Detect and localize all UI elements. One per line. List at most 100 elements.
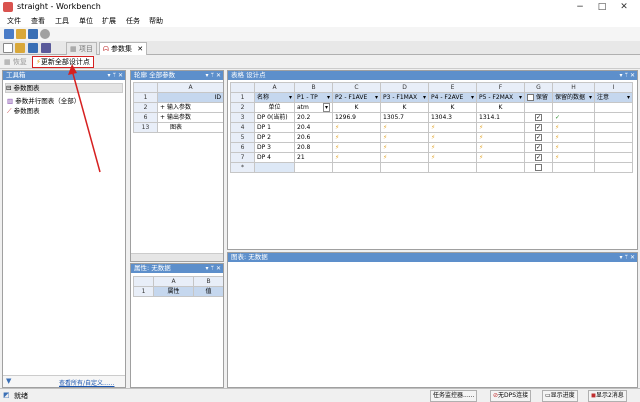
- menu-file[interactable]: 文件: [7, 16, 21, 26]
- table-row[interactable]: 1 属性值: [133, 286, 223, 297]
- menu-extensions[interactable]: 扩展: [102, 16, 116, 26]
- save-disk-icon[interactable]: [28, 43, 38, 53]
- table-row[interactable]: 3 DP 0(当前) 20.2 1296.9 1305.7 1304.3 131…: [230, 112, 633, 123]
- dropdown-icon[interactable]: ▾: [471, 94, 474, 102]
- header-p4[interactable]: P4 - F2AVE ▾: [428, 92, 477, 103]
- header-note[interactable]: 注意 ▾: [594, 92, 633, 103]
- properties-pin-icon[interactable]: ▾ ᛘ ✕: [206, 264, 221, 273]
- header-p2[interactable]: P2 - F1AVE ▾: [332, 92, 381, 103]
- dp-name[interactable]: DP 3: [254, 142, 295, 153]
- close-tab-icon[interactable]: ✕: [137, 45, 143, 53]
- dp-p1-value[interactable]: 20.8: [294, 142, 333, 153]
- tab-bar: ▦ 项目 ᗣ 参数集 ✕: [0, 41, 640, 55]
- menu-tools[interactable]: 工具: [55, 16, 69, 26]
- minimize-button[interactable]: −: [570, 1, 590, 13]
- dropdown-icon[interactable]: ▾: [423, 94, 426, 102]
- status-bar: ◩ 就绪 任务监控器...... ⊘无DPS连接 ▭显示进度 ◼显示2消息: [0, 388, 640, 402]
- maximize-button[interactable]: □: [592, 1, 612, 13]
- table-row[interactable]: 5 DP 2 20.6 ⚡ ⚡ ⚡ ⚡ ✓ ⚡: [230, 132, 633, 143]
- header-retained-data[interactable]: 保留的数据 ▾: [552, 92, 595, 103]
- tab-project[interactable]: ▦ 项目: [66, 42, 97, 55]
- table-row[interactable]: 1 ID: [133, 92, 223, 103]
- new-dp-p1[interactable]: [294, 162, 333, 173]
- toolbox-section[interactable]: ⊟ 参数图表: [5, 83, 123, 93]
- retain-all-checkbox[interactable]: [527, 94, 534, 101]
- toolbox-item-parallel-chart[interactable]: ▥ 参数并行图表（全部）: [7, 95, 80, 105]
- restore-button[interactable]: ▦ 恢复: [4, 57, 27, 67]
- dropdown-icon[interactable]: ▾: [375, 94, 378, 102]
- dropdown-icon[interactable]: ▾: [589, 94, 592, 102]
- chart-pin-icon[interactable]: ▾ ᛘ ✕: [620, 253, 635, 262]
- dropdown-icon[interactable]: ▾: [519, 94, 522, 102]
- table-row[interactable]: 4 DP 1 20.4 ⚡ ⚡ ⚡ ⚡ ✓ ⚡: [230, 122, 633, 133]
- dp-p1-value[interactable]: 21: [294, 152, 333, 163]
- view-all-customize-link[interactable]: 查看所有/自定义......: [59, 378, 114, 387]
- dp-p1-value[interactable]: 20.2: [294, 112, 333, 123]
- toolbox-item-chart[interactable]: ⟋ 参数图表: [7, 105, 40, 116]
- note-cell[interactable]: [594, 132, 633, 143]
- tab-parameter-set[interactable]: ᗣ 参数集 ✕: [99, 42, 148, 55]
- collapse-icon[interactable]: ⊟: [6, 84, 11, 92]
- row-number: 7: [230, 152, 255, 163]
- new-icon[interactable]: [3, 43, 13, 53]
- retain-checkbox[interactable]: ✓: [535, 154, 542, 161]
- table-row[interactable]: 6 + 输出参数: [133, 112, 223, 123]
- dp-p1-value[interactable]: 20.6: [294, 132, 333, 143]
- dropdown-icon[interactable]: ▾: [327, 94, 330, 102]
- menu-jobs[interactable]: 任务: [126, 16, 140, 26]
- no-dps-connection-button[interactable]: ⊘无DPS连接: [490, 390, 532, 402]
- dp-name[interactable]: DP 1: [254, 122, 295, 133]
- note-cell[interactable]: [594, 152, 633, 163]
- show-messages-button[interactable]: ◼显示2消息: [588, 390, 627, 402]
- table-row[interactable]: 2 + 输入参数: [133, 102, 223, 113]
- menu-view[interactable]: 查看: [31, 16, 45, 26]
- new-project-icon[interactable]: [4, 29, 14, 39]
- new-row[interactable]: *: [230, 162, 633, 173]
- table-row[interactable]: 7 DP 4 21 ⚡ ⚡ ⚡ ⚡ ✓ ⚡: [230, 152, 633, 163]
- retain-checkbox[interactable]: ✓: [535, 114, 542, 121]
- row-number: 1: [230, 92, 255, 103]
- menu-units[interactable]: 单位: [79, 16, 93, 26]
- unit-select[interactable]: atm ▾: [294, 102, 333, 113]
- show-progress-button[interactable]: ▭显示进度: [542, 390, 578, 402]
- dp-name[interactable]: DP 2: [254, 132, 295, 143]
- dp-p1-value[interactable]: 20.4: [294, 122, 333, 133]
- expand-icon[interactable]: +: [160, 104, 165, 111]
- retain-checkbox[interactable]: ✓: [535, 144, 542, 151]
- retain-checkbox[interactable]: ✓: [535, 134, 542, 141]
- retain-checkbox[interactable]: ✓: [535, 124, 542, 131]
- open-icon[interactable]: [16, 29, 26, 39]
- save-icon[interactable]: [28, 29, 38, 39]
- outline-pin-icon[interactable]: ▾ ᛘ ✕: [206, 71, 221, 80]
- new-dp-name[interactable]: [254, 162, 295, 173]
- expand-icon[interactable]: +: [160, 114, 165, 121]
- header-name[interactable]: 名称 ▾: [254, 92, 295, 103]
- table-row[interactable]: 13 图表: [133, 122, 223, 133]
- settings-icon[interactable]: [40, 29, 50, 39]
- note-cell[interactable]: [594, 142, 633, 153]
- header-p5[interactable]: P5 - F2MAX ▾: [476, 92, 525, 103]
- design-points-pin-icon[interactable]: ▾ ᛘ ✕: [620, 71, 635, 80]
- units-row: 2 单位 atm ▾ K K K K: [230, 102, 633, 113]
- note-cell[interactable]: [594, 112, 633, 123]
- dp-name[interactable]: DP 0(当前): [254, 112, 295, 123]
- update-all-design-points-button[interactable]: ⚡更新全部设计点: [32, 56, 94, 68]
- header-p3[interactable]: P3 - F1MAX ▾: [380, 92, 429, 103]
- table-row[interactable]: 6 DP 3 20.8 ⚡ ⚡ ⚡ ⚡ ✓ ⚡: [230, 142, 633, 153]
- note-cell[interactable]: [594, 122, 633, 133]
- dropdown-icon[interactable]: ▾: [322, 103, 330, 112]
- dp-name[interactable]: DP 4: [254, 152, 295, 163]
- header-retain[interactable]: 保留: [524, 92, 553, 103]
- save-as-icon[interactable]: [41, 43, 51, 53]
- close-button[interactable]: ✕: [614, 1, 634, 13]
- dropdown-icon[interactable]: ▾: [627, 94, 630, 102]
- retain-checkbox[interactable]: [535, 164, 542, 171]
- pin-icon[interactable]: ▾ ᛘ ✕: [108, 71, 123, 80]
- menu-help[interactable]: 帮助: [149, 16, 163, 26]
- job-monitor-button[interactable]: 任务监控器......: [430, 390, 478, 402]
- filter-icon[interactable]: ▼: [6, 377, 11, 385]
- horizontal-scrollbar[interactable]: [131, 253, 223, 261]
- header-p1[interactable]: P1 - TP ▾: [294, 92, 333, 103]
- dropdown-icon[interactable]: ▾: [289, 94, 292, 102]
- open-folder-icon[interactable]: [15, 43, 25, 53]
